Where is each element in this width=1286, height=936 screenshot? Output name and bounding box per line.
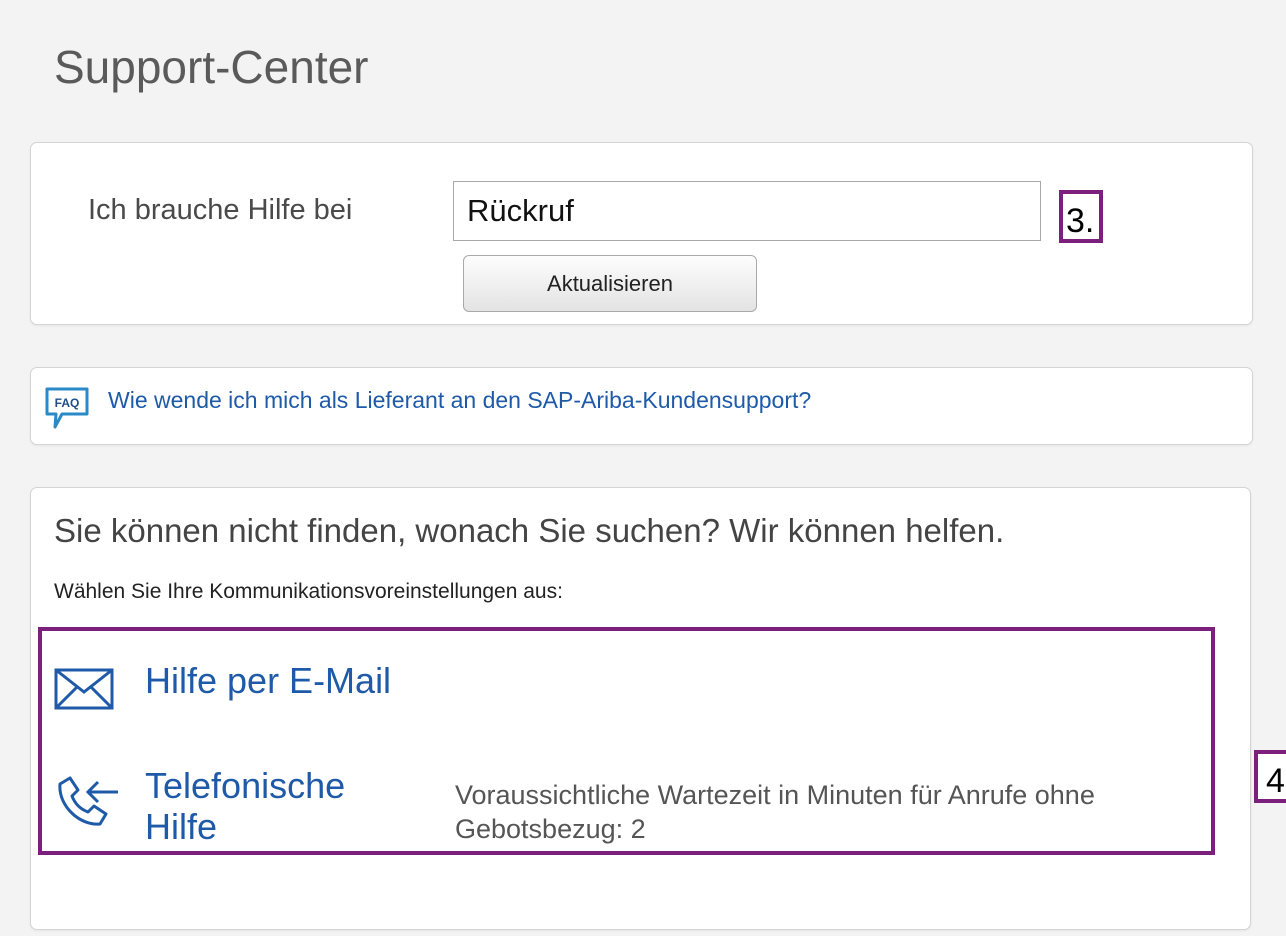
step-4-callout: 4	[1254, 750, 1286, 803]
help-topic-input[interactable]	[453, 181, 1041, 241]
update-button[interactable]: Aktualisieren	[463, 255, 757, 312]
mail-icon[interactable]	[54, 668, 114, 710]
faq-icon: FAQ	[44, 386, 92, 432]
phone-callback-icon[interactable]	[52, 776, 122, 832]
faq-link[interactable]: Wie wende ich mich als Lieferant an den …	[108, 387, 811, 414]
search-label: Ich brauche Hilfe bei	[88, 194, 353, 226]
faq-icon-text: FAQ	[55, 396, 80, 410]
page-title: Support-Center	[54, 41, 369, 93]
phone-help-link[interactable]: Telefonische Hilfe	[145, 765, 405, 847]
step-3-callout: 3.	[1059, 190, 1103, 243]
help-subheading: Wählen Sie Ihre Kommunikationsvoreinstel…	[54, 580, 563, 603]
wait-time-text: Voraussichtliche Wartezeit in Minuten fü…	[455, 780, 1095, 844]
help-heading: Sie können nicht finden, wonach Sie such…	[54, 512, 1005, 549]
email-help-link[interactable]: Hilfe per E-Mail	[145, 660, 391, 702]
